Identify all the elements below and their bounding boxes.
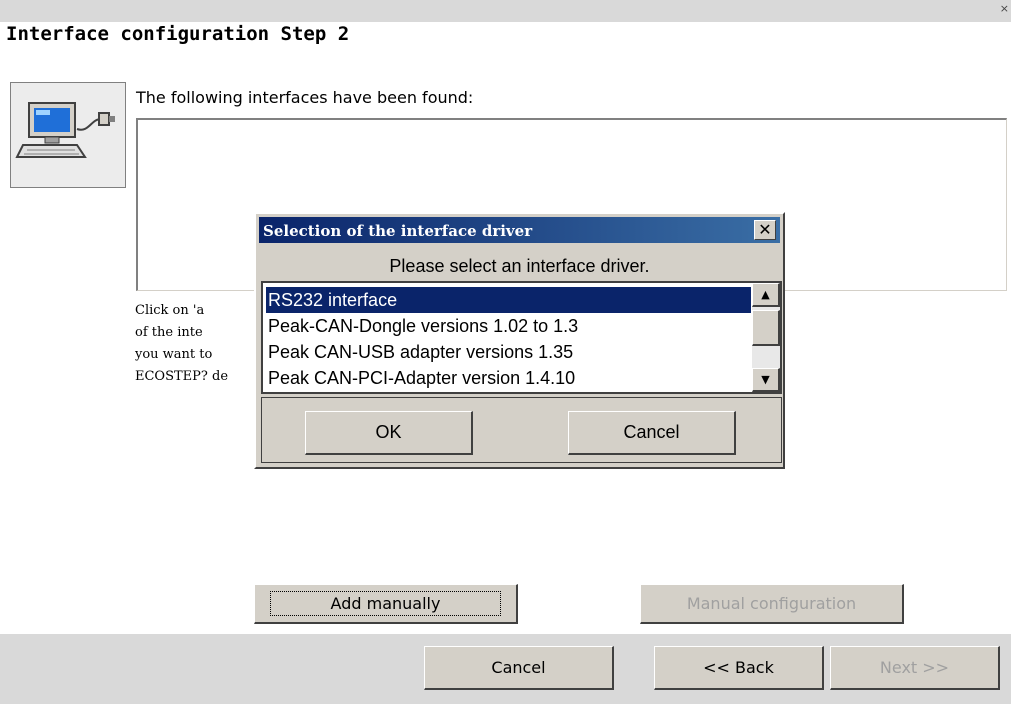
manual-configuration-button[interactable]: Manual configuration bbox=[640, 584, 904, 624]
dialog-cancel-label: Cancel bbox=[623, 422, 680, 442]
driver-option[interactable]: Peak CAN-USB adapter versions 1.35 bbox=[266, 339, 751, 365]
interface-driver-dialog: Selection of the interface driver ✕ Plea… bbox=[254, 212, 785, 469]
dialog-button-area: OK Cancel bbox=[261, 397, 782, 463]
cancel-button[interactable]: Cancel bbox=[424, 646, 614, 690]
driver-option[interactable]: Peak CAN-PCI-Adapter version 1.4.10 bbox=[266, 365, 751, 391]
back-label: << Back bbox=[703, 658, 774, 677]
driver-option[interactable]: Peak-CAN-Dongle versions 1.02 to 1.3 bbox=[266, 313, 751, 339]
listbox-scrollbar[interactable]: ▲ ▼ bbox=[752, 283, 780, 392]
dialog-close-button[interactable]: ✕ bbox=[754, 220, 776, 240]
driver-option[interactable]: RS232 interface bbox=[266, 287, 751, 313]
back-button[interactable]: << Back bbox=[654, 646, 824, 690]
scroll-up-arrow-icon[interactable]: ▲ bbox=[752, 283, 780, 307]
add-manually-label: Add manually bbox=[269, 591, 502, 616]
cancel-label: Cancel bbox=[491, 658, 546, 677]
ok-button[interactable]: OK bbox=[305, 411, 473, 455]
dialog-cancel-button[interactable]: Cancel bbox=[568, 411, 736, 455]
next-label: Next >> bbox=[879, 658, 950, 677]
window-close-button[interactable]: × bbox=[1000, 2, 1009, 15]
scrollbar-thumb[interactable] bbox=[752, 310, 780, 346]
wizard-footer: Cancel << Back Next >> bbox=[0, 634, 1011, 704]
add-manually-button[interactable]: Add manually bbox=[254, 584, 518, 624]
found-interfaces-label: The following interfaces have been found… bbox=[136, 88, 474, 107]
page-title: Interface configuration Step 2 bbox=[6, 23, 350, 45]
window-top-bar: × bbox=[0, 0, 1011, 22]
dialog-title: Selection of the interface driver bbox=[263, 222, 533, 240]
computer-interface-icon bbox=[10, 82, 126, 188]
scroll-down-arrow-icon[interactable]: ▼ bbox=[752, 368, 780, 392]
ok-label: OK bbox=[375, 422, 402, 442]
dialog-prompt: Please select an interface driver. bbox=[389, 256, 650, 276]
manual-configuration-label: Manual configuration bbox=[686, 594, 857, 613]
driver-listbox[interactable]: RS232 interface Peak-CAN-Dongle versions… bbox=[261, 281, 782, 394]
dialog-title-bar: Selection of the interface driver ✕ bbox=[259, 217, 780, 243]
next-button[interactable]: Next >> bbox=[830, 646, 1000, 690]
